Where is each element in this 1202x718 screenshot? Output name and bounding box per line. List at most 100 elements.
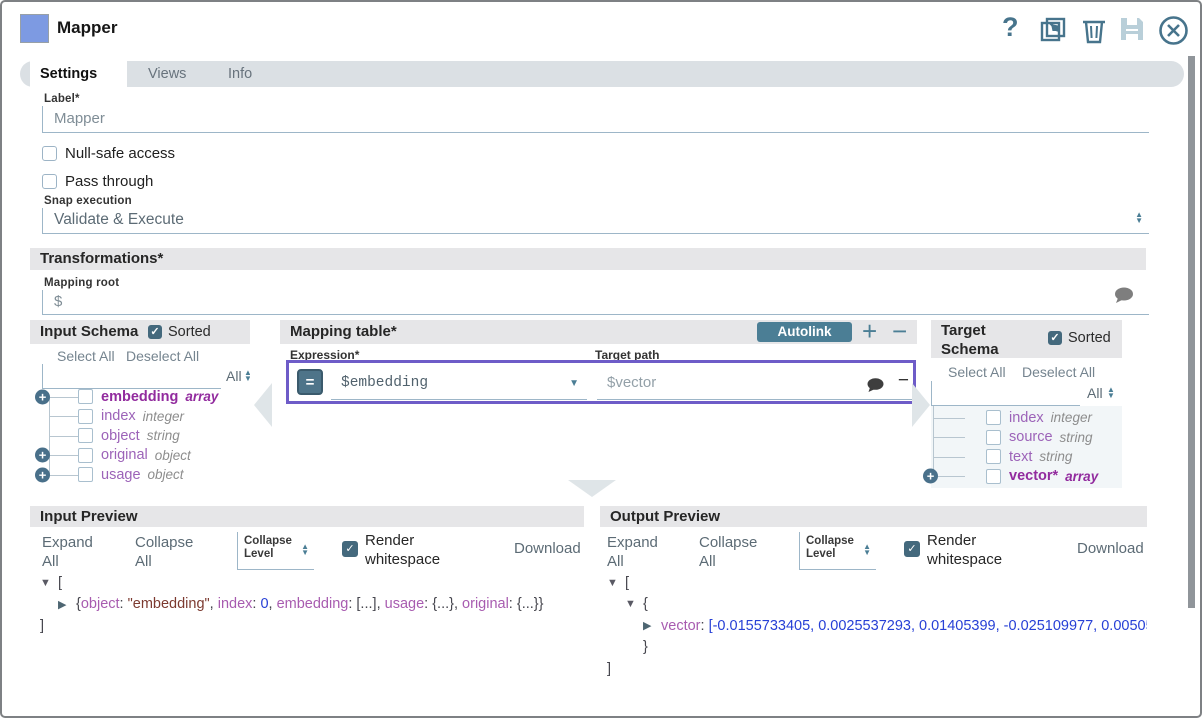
schema-item-index[interactable]: +indexinteger	[931, 408, 1122, 428]
schema-item-text[interactable]: +textstring	[931, 447, 1122, 467]
mapping-root-input[interactable]: $	[42, 290, 1149, 315]
output-preview-download[interactable]: Download	[1077, 540, 1144, 557]
label-input-value: Mapper	[43, 106, 1149, 132]
target-schema-panel: Target Schema ✓ Sorted Select All Desele…	[931, 320, 1122, 490]
expression-input[interactable]: $embedding ▼	[331, 367, 587, 400]
schema-item-checkbox[interactable]	[986, 410, 1001, 425]
output-preview-render-whitespace-label: Render whitespace	[927, 531, 1022, 569]
schema-item-checkbox[interactable]	[78, 448, 93, 463]
output-preview-collapse-all[interactable]: Collapse All	[699, 533, 769, 571]
schema-item-name: embedding	[101, 389, 178, 405]
snap-icon	[20, 14, 49, 43]
snap-execution-stepper-icon[interactable]: ▲▼	[1135, 212, 1143, 224]
input-preview-expand-all[interactable]: Expand All	[42, 533, 104, 571]
mapping-root-label: Mapping root	[44, 277, 119, 289]
target-schema-filter-input[interactable]	[931, 381, 1080, 406]
schema-item-checkbox[interactable]	[986, 449, 1001, 464]
target-path-input[interactable]: $vector −	[597, 367, 915, 400]
collapse-previews-handle[interactable]	[568, 480, 616, 497]
schema-item-checkbox[interactable]	[78, 409, 93, 424]
expression-toggle-button[interactable]: =	[297, 369, 323, 395]
output-preview-render-whitespace-checkbox[interactable]: ✓	[904, 541, 920, 557]
output-preview-header: Output Preview	[600, 506, 1147, 527]
schema-item-checkbox[interactable]	[986, 430, 1001, 445]
help-icon[interactable]: ?	[1002, 12, 1019, 43]
schema-item-usage[interactable]: +usageobject	[30, 465, 250, 485]
input-schema-tree: +embeddingarray+indexinteger+objectstrin…	[30, 387, 250, 485]
row-remove-icon[interactable]: −	[898, 370, 909, 392]
expand-plus-icon[interactable]: +	[35, 467, 50, 482]
schema-item-type: string	[147, 428, 180, 443]
open-views-icon[interactable]	[1038, 15, 1068, 45]
schema-item-source[interactable]: +sourcestring	[931, 428, 1122, 448]
json-token-punct: ,	[269, 596, 277, 612]
add-row-icon[interactable]: +	[862, 318, 877, 344]
input-schema-header: Input Schema ✓ Sorted	[30, 320, 250, 344]
collapse-node-icon[interactable]: ▼	[607, 577, 625, 589]
schema-item-index[interactable]: +indexinteger	[30, 407, 250, 427]
tab-info[interactable]: Info	[228, 61, 252, 87]
target-schema-scope-select[interactable]: All	[1087, 385, 1103, 401]
schema-item-object[interactable]: +objectstring	[30, 426, 250, 446]
target-schema-deselect-all[interactable]: Deselect All	[1022, 364, 1095, 380]
tree-connector	[933, 457, 965, 458]
expand-plus-icon[interactable]: +	[35, 448, 50, 463]
snap-execution-select[interactable]: Validate & Execute ▲▼	[42, 208, 1149, 234]
input-preview-download[interactable]: Download	[514, 540, 581, 557]
save-icon[interactable]	[1118, 15, 1148, 45]
tab-settings[interactable]: Settings	[40, 61, 97, 87]
mapping-row: = $embedding ▼ $vector −	[286, 360, 916, 404]
input-schema-scope-stepper-icon[interactable]: ▲▼	[244, 370, 250, 382]
input-schema-deselect-all[interactable]: Deselect All	[126, 348, 199, 364]
input-preview-collapse-all[interactable]: Collapse All	[135, 533, 205, 571]
target-schema-sorted-checkbox[interactable]: ✓	[1048, 331, 1062, 345]
null-safe-checkbox[interactable]	[42, 146, 57, 161]
schema-item-type: integer	[143, 409, 184, 424]
collapse-input-schema-handle[interactable]	[252, 383, 272, 427]
input-schema-filter-input[interactable]	[42, 364, 221, 389]
collapse-target-schema-handle[interactable]	[912, 383, 932, 427]
vertical-scrollbar[interactable]	[1188, 56, 1195, 608]
tab-views[interactable]: Views	[148, 61, 186, 87]
pass-through-checkbox[interactable]	[42, 174, 57, 189]
schema-item-checkbox[interactable]	[78, 467, 93, 482]
expand-plus-icon[interactable]: +	[923, 469, 938, 484]
expand-plus-icon[interactable]: +	[35, 389, 50, 404]
schema-item-type: string	[1060, 430, 1093, 445]
json-token-key: vector	[661, 618, 701, 634]
expression-dropdown-icon[interactable]: ▼	[569, 378, 579, 389]
schema-item-checkbox[interactable]	[986, 469, 1001, 484]
mapping-root-comment-icon[interactable]	[1113, 286, 1135, 304]
target-schema-scope-stepper-icon[interactable]: ▲▼	[1107, 387, 1115, 399]
input-schema-sorted-checkbox[interactable]: ✓	[148, 325, 162, 339]
label-input[interactable]: Mapper	[42, 106, 1149, 133]
expand-node-icon[interactable]: ▶	[643, 619, 661, 632]
collapse-level-stepper-icon[interactable]: ▲▼	[863, 544, 871, 556]
output-preview-collapse-level[interactable]: Collapse Level ▲▼	[799, 532, 876, 570]
schema-item-checkbox[interactable]	[78, 428, 93, 443]
output-preview-expand-all[interactable]: Expand All	[607, 533, 669, 571]
target-schema-select-all[interactable]: Select All	[948, 364, 1006, 380]
schema-item-checkbox[interactable]	[78, 389, 93, 404]
delete-icon[interactable]	[1080, 15, 1110, 45]
schema-item-name: source	[1009, 429, 1053, 445]
autolink-button[interactable]: Autolink	[757, 322, 852, 342]
input-preview-collapse-level[interactable]: Collapse Level ▲▼	[237, 532, 314, 570]
tree-connector	[933, 437, 965, 438]
input-schema-select-all[interactable]: Select All	[57, 348, 115, 364]
input-schema-scope-select[interactable]: All	[226, 368, 242, 384]
expand-node-icon[interactable]: ▶	[58, 598, 76, 611]
collapse-node-icon[interactable]: ▼	[40, 577, 58, 589]
collapse-level-stepper-icon[interactable]: ▲▼	[301, 544, 309, 556]
close-icon[interactable]	[1158, 15, 1188, 45]
schema-item-embedding[interactable]: +embeddingarray	[30, 387, 250, 407]
remove-row-icon[interactable]: −	[892, 318, 907, 344]
schema-item-vector[interactable]: +vector*array	[931, 467, 1122, 487]
schema-item-original[interactable]: +originalobject	[30, 446, 250, 466]
collapse-node-icon[interactable]: ▼	[625, 598, 643, 610]
input-preview-render-whitespace-checkbox[interactable]: ✓	[342, 541, 358, 557]
row-comment-icon[interactable]	[866, 377, 885, 393]
input-preview-header: Input Preview	[30, 506, 584, 527]
tree-connector	[933, 418, 965, 419]
json-token-punct: {...}	[517, 596, 539, 612]
